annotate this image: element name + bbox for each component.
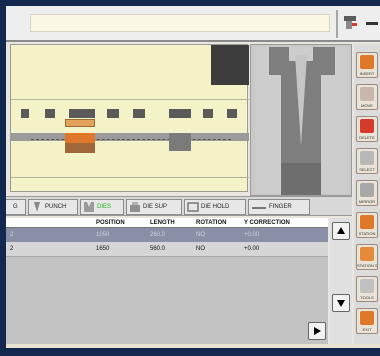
arrow-down-icon bbox=[337, 300, 345, 307]
punch-segment bbox=[133, 109, 145, 118]
selected-die-tool[interactable] bbox=[65, 133, 95, 143]
scroll-down-button[interactable] bbox=[332, 294, 350, 312]
tool-tabs: G PUNCH DIES DIE SUP DIE HOLD FINGER bbox=[6, 196, 352, 216]
top-separator bbox=[336, 10, 338, 38]
press-brake-icon[interactable] bbox=[342, 14, 360, 32]
die-support-icon bbox=[130, 202, 140, 212]
tool-profile-view bbox=[250, 44, 352, 196]
bezel-bottom bbox=[0, 348, 380, 356]
guide-line bbox=[11, 177, 249, 178]
scroll-up-button[interactable] bbox=[332, 222, 350, 240]
die-icon bbox=[84, 202, 94, 212]
column-header-length[interactable]: LENGTH bbox=[150, 218, 175, 228]
tool-table: POSITION LENGTH ROTATION Y CORRECTION 2 … bbox=[6, 218, 328, 346]
punch-segment bbox=[45, 109, 55, 118]
tools-icon bbox=[360, 279, 374, 293]
table-row[interactable]: 2 1050 260.0 NO +0.00 bbox=[6, 228, 328, 242]
bend-side-view[interactable] bbox=[10, 44, 249, 192]
station-tool-button[interactable]: STATION bbox=[356, 212, 378, 238]
punch-segment bbox=[21, 109, 29, 118]
station-icon bbox=[360, 215, 374, 229]
insert-icon bbox=[360, 55, 374, 69]
hmi-screen: INSERT MOVE DELETE SELECT MIRROR STATION… bbox=[6, 6, 380, 348]
upper-beam-block bbox=[211, 45, 249, 85]
mirror-tool-button[interactable]: MIRROR bbox=[356, 180, 378, 206]
insert-tool-button[interactable]: INSERT bbox=[356, 52, 378, 78]
tab-die-sup[interactable]: DIE SUP bbox=[126, 199, 182, 215]
die-profile-drawing bbox=[255, 47, 349, 195]
punch-segment bbox=[69, 109, 95, 118]
select-tool-button[interactable]: SELECT bbox=[356, 148, 378, 174]
die-segment[interactable] bbox=[169, 133, 191, 151]
arrow-up-icon bbox=[337, 227, 345, 234]
punch-row bbox=[11, 109, 249, 121]
column-header-position[interactable]: POSITION bbox=[96, 218, 125, 228]
move-icon bbox=[360, 87, 374, 101]
station-seq-icon bbox=[360, 247, 374, 261]
exit-icon bbox=[360, 311, 374, 325]
next-page-button[interactable] bbox=[308, 322, 326, 340]
die-holder-icon bbox=[187, 202, 199, 212]
table-scroll bbox=[308, 218, 352, 346]
top-bar bbox=[6, 6, 380, 42]
table-row[interactable]: 2 1650 560.0 NO +0.00 bbox=[6, 242, 328, 256]
punch-segment bbox=[227, 109, 237, 118]
table-empty-area bbox=[6, 256, 328, 346]
die-holder bbox=[65, 143, 95, 153]
punch-segment bbox=[107, 109, 119, 118]
tab-finger[interactable]: FINGER bbox=[248, 199, 310, 215]
column-header-rotation[interactable]: ROTATION bbox=[196, 218, 226, 228]
punch-icon bbox=[34, 202, 40, 212]
tab-dies[interactable]: DIES bbox=[80, 199, 124, 215]
column-header-y-correction[interactable]: Y CORRECTION bbox=[244, 218, 290, 228]
finger-icon bbox=[252, 207, 266, 209]
tools-tool-button[interactable]: TOOLS bbox=[356, 276, 378, 302]
station-seq-tool-button[interactable]: STATION SEQ bbox=[356, 244, 378, 270]
move-tool-button[interactable]: MOVE bbox=[356, 84, 378, 110]
selected-punch-tool[interactable] bbox=[65, 119, 95, 127]
guide-line bbox=[11, 99, 249, 100]
tab-punch[interactable]: PUNCH bbox=[28, 199, 78, 215]
dimension-line bbox=[31, 139, 231, 140]
select-icon bbox=[360, 151, 374, 165]
title-field[interactable] bbox=[30, 14, 330, 32]
right-toolbar: INSERT MOVE DELETE SELECT MIRROR STATION… bbox=[354, 44, 380, 348]
delete-icon bbox=[360, 119, 374, 133]
exit-tool-button[interactable]: EXIT bbox=[356, 308, 378, 334]
minimize-icon[interactable] bbox=[366, 22, 378, 25]
tab-g[interactable]: G bbox=[6, 199, 26, 215]
tab-die-hold[interactable]: DIE HOLD bbox=[184, 199, 246, 215]
delete-tool-button[interactable]: DELETE bbox=[356, 116, 378, 142]
table-header: POSITION LENGTH ROTATION Y CORRECTION bbox=[6, 218, 328, 228]
mirror-icon bbox=[360, 183, 374, 197]
arrow-right-icon bbox=[314, 327, 321, 335]
punch-segment bbox=[203, 109, 213, 118]
punch-segment bbox=[169, 109, 191, 118]
